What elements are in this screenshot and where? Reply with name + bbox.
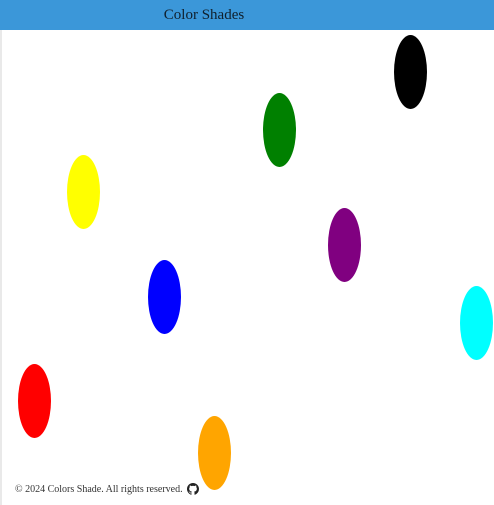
color-blob-green[interactable] [263,93,296,167]
color-blob-red[interactable] [18,364,51,438]
github-icon[interactable] [186,482,199,496]
app-header: Color Shades [0,0,494,30]
color-blob-yellow[interactable] [67,155,100,229]
color-blob-orange[interactable] [198,416,231,490]
page-title: Color Shades [163,7,245,23]
color-blob-purple[interactable] [328,208,361,282]
color-blob-black[interactable] [394,35,427,109]
color-stage [0,30,494,505]
footer: © 2024 Colors Shade. All rights reserved… [15,479,199,499]
color-blob-blue[interactable] [148,260,181,334]
color-blob-cyan[interactable] [460,286,493,360]
copyright-text: © 2024 Colors Shade. All rights reserved… [15,483,183,495]
